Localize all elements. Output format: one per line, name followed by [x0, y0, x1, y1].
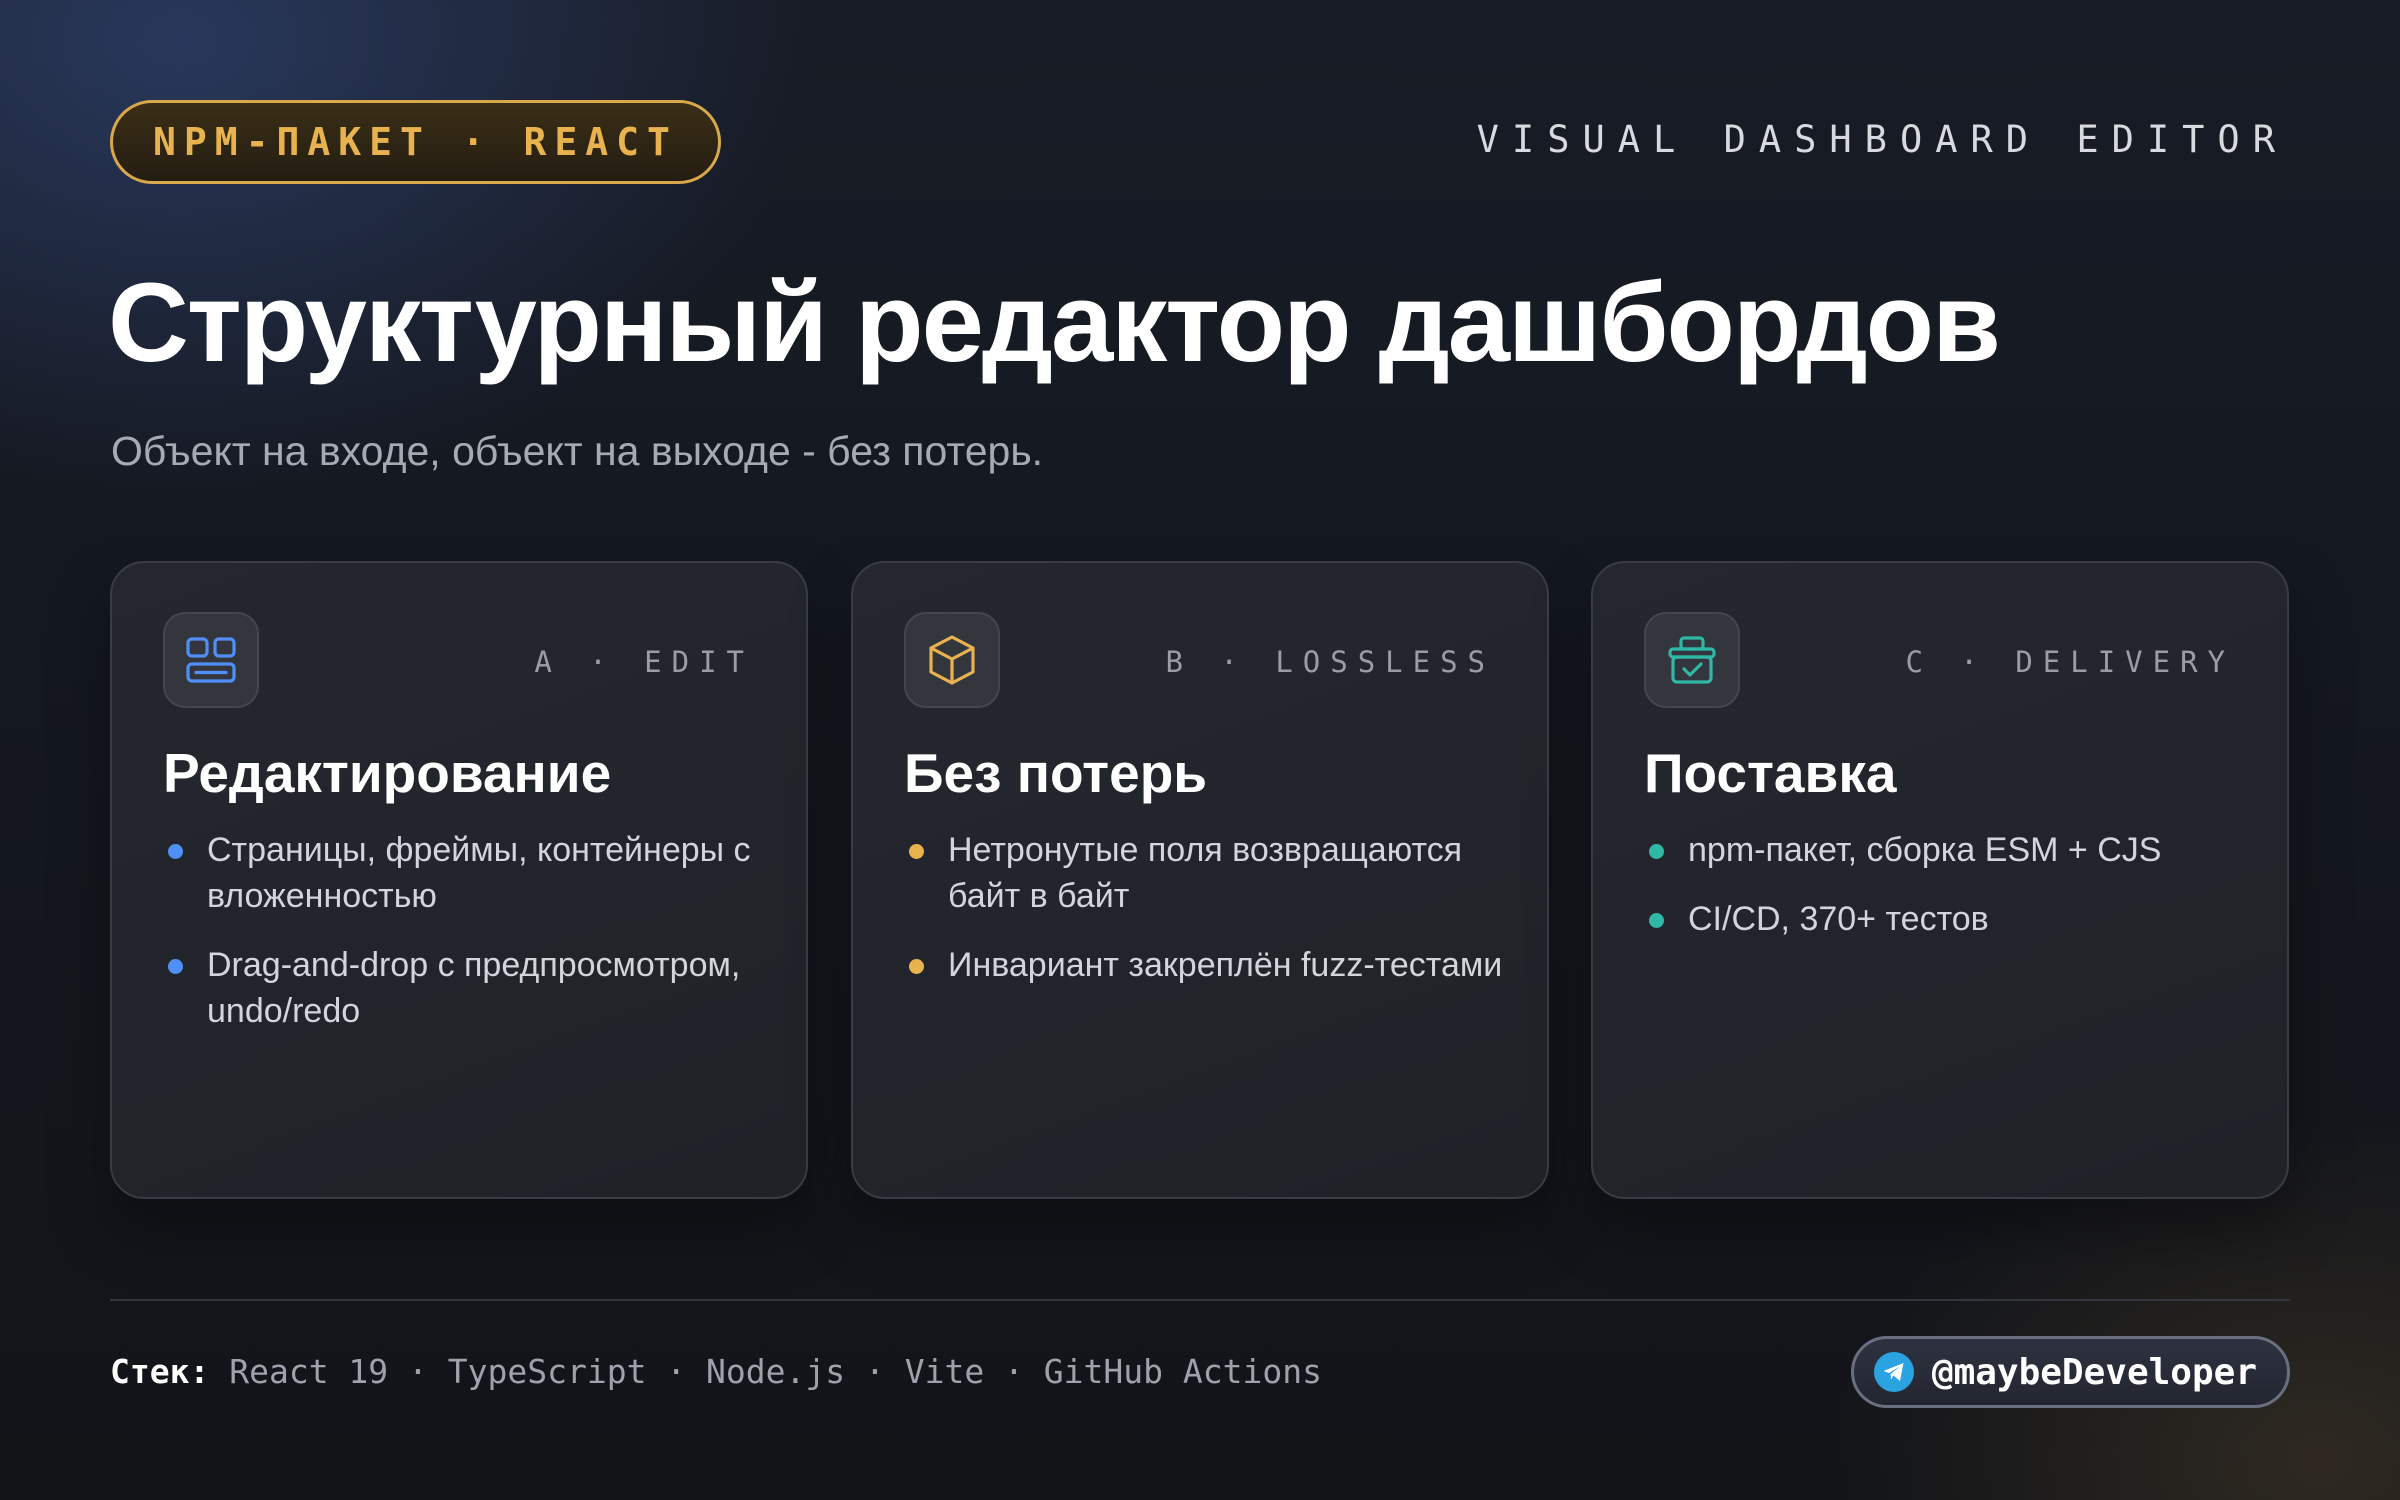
package-badge: NPM-ПАКЕТ · REACT: [110, 100, 721, 184]
bullet-dot: [1649, 844, 1664, 859]
telegram-handle-link[interactable]: @maybeDeveloper: [1850, 1336, 2290, 1408]
feature-list: Страницы, фреймы, контейнеры с вложеннос…: [163, 827, 766, 1057]
bullet-dot: [909, 844, 924, 859]
telegram-icon: [1873, 1352, 1914, 1392]
list-item-text: Страницы, фреймы, контейнеры с вложеннос…: [207, 831, 751, 915]
card-title: Без потерь: [904, 742, 1208, 804]
stack-items: React 19 · TypeScript · Node.js · Vite ·…: [229, 1352, 1322, 1391]
feature-card-edit: A · EDIT Редактирование Страницы, фреймы…: [110, 561, 808, 1199]
page-subtitle: Объект на входе, объект на выходе - без …: [111, 428, 1044, 474]
list-item: CI/CD, 370+ тестов: [1644, 896, 2247, 942]
list-item: npm-пакет, сборка ESM + CJS: [1644, 827, 2247, 873]
footer-divider: [110, 1299, 2290, 1301]
package-check-icon: [1644, 612, 1740, 708]
handle-text: @maybeDeveloper: [1931, 1351, 2257, 1393]
card-tag: A · EDIT: [534, 645, 754, 679]
layout-icon: [163, 612, 259, 708]
tech-stack: Стек: React 19 · TypeScript · Node.js · …: [110, 1352, 1322, 1391]
feature-list: npm-пакет, сборка ESM + CJS CI/CD, 370+ …: [1644, 827, 2247, 965]
feature-list: Нетронутые поля возвращаются байт в байт…: [904, 827, 1507, 1011]
list-item: Нетронутые поля возвращаются байт в байт: [904, 827, 1507, 919]
list-item: Инвариант закреплён fuzz-тестами: [904, 942, 1507, 988]
bullet-dot: [168, 959, 183, 974]
list-item-text: npm-пакет, сборка ESM + CJS: [1688, 831, 2162, 869]
card-title: Редактирование: [163, 742, 612, 804]
tagline: VISUAL DASHBOARD EDITOR: [1476, 118, 2288, 161]
stack-label: Стек:: [110, 1352, 210, 1391]
bullet-dot: [909, 959, 924, 974]
list-item-text: Нетронутые поля возвращаются байт в байт: [948, 831, 1463, 915]
bullet-dot: [168, 844, 183, 859]
list-item: Drag-and-drop с предпросмотром, undo/red…: [163, 942, 766, 1034]
list-item-text: Drag-and-drop с предпросмотром, undo/red…: [207, 946, 741, 1030]
list-item-text: CI/CD, 370+ тестов: [1688, 900, 1989, 938]
page-title: Структурный редактор дашбордов: [108, 260, 2001, 385]
card-title: Поставка: [1644, 742, 1897, 804]
feature-card-delivery: C · DELIVERY Поставка npm-пакет, сборка …: [1591, 561, 2289, 1199]
cube-icon: [904, 612, 1000, 708]
list-item: Страницы, фреймы, контейнеры с вложеннос…: [163, 827, 766, 919]
card-tag: C · DELIVERY: [1905, 645, 2235, 679]
feature-card-lossless: B · LOSSLESS Без потерь Нетронутые поля …: [851, 561, 1549, 1199]
bullet-dot: [1649, 913, 1664, 928]
list-item-text: Инвариант закреплён fuzz-тестами: [948, 946, 1503, 984]
card-tag: B · LOSSLESS: [1165, 645, 1495, 679]
